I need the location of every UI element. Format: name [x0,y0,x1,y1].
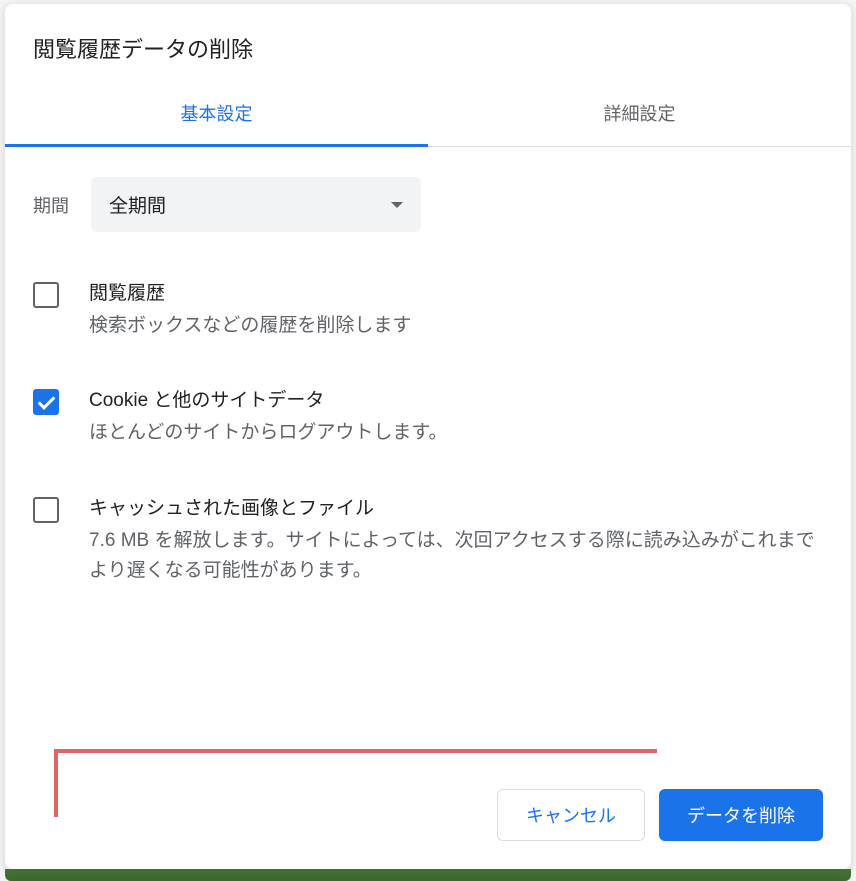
checkbox-cached-images[interactable] [33,497,59,523]
period-dropdown-value: 全期間 [109,191,166,218]
chevron-down-icon [391,202,403,208]
option-browsing-history: 閲覧履歴 検索ボックスなどの履歴を削除します [33,278,823,341]
dialog-footer: キャンセル データを削除 [5,771,851,869]
background-decoration [5,869,851,881]
tab-advanced[interactable]: 詳細設定 [428,82,851,146]
option-title: キャッシュされた画像とファイル [89,493,823,520]
period-label: 期間 [33,192,69,218]
option-cached-images: キャッシュされた画像とファイル 7.6 MB を解放します。サイトによっては、次… [33,493,823,587]
option-title: Cookie と他のサイトデータ [89,385,823,412]
option-text-block: キャッシュされた画像とファイル 7.6 MB を解放します。サイトによっては、次… [89,493,823,587]
dialog-title: 閲覧履歴データの削除 [5,4,851,82]
checkbox-browsing-history[interactable] [33,282,59,308]
delete-data-button[interactable]: データを削除 [659,789,823,841]
cancel-button[interactable]: キャンセル [497,789,645,841]
checkbox-cookies[interactable] [33,389,59,415]
period-row: 期間 全期間 [33,177,823,232]
option-desc: ほとんどのサイトからログアウトします。 [89,418,823,448]
tab-basic[interactable]: 基本設定 [5,82,428,146]
option-title: 閲覧履歴 [89,278,823,305]
dialog-content: 期間 全期間 閲覧履歴 検索ボックスなどの履歴を削除します Cookie と他の… [5,147,851,771]
period-dropdown[interactable]: 全期間 [91,177,421,232]
clear-browsing-data-dialog: 閲覧履歴データの削除 基本設定 詳細設定 期間 全期間 閲覧履歴 検索ボックスな… [5,4,851,869]
option-text-block: 閲覧履歴 検索ボックスなどの履歴を削除します [89,278,823,341]
option-desc: 検索ボックスなどの履歴を削除します [89,311,823,341]
option-text-block: Cookie と他のサイトデータ ほとんどのサイトからログアウトします。 [89,385,823,448]
spacer [33,631,823,761]
annotation-line [54,749,657,753]
tabs-bar: 基本設定 詳細設定 [5,82,851,147]
option-desc: 7.6 MB を解放します。サイトによっては、次回アクセスする際に読み込みがこれ… [89,526,823,587]
annotation-line [54,749,58,817]
option-cookies: Cookie と他のサイトデータ ほとんどのサイトからログアウトします。 [33,385,823,448]
